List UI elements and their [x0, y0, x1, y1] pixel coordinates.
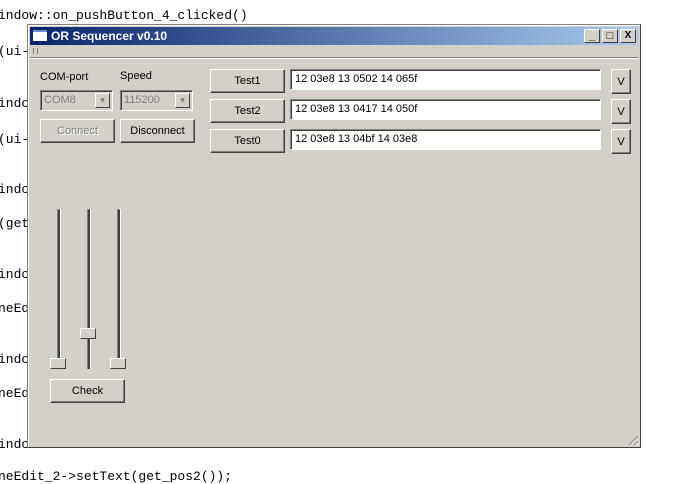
background-code-line: indc [0, 267, 30, 282]
check-button[interactable]: Check [50, 379, 125, 403]
background-code-line: neEdit_2->setText(get_pos2()); [0, 469, 233, 484]
disconnect-button[interactable]: Disconnect [120, 119, 195, 143]
slider-groove [57, 209, 60, 369]
window-icon [33, 30, 47, 41]
test0-v-button[interactable]: V [611, 129, 631, 154]
slider-1[interactable] [50, 209, 66, 369]
chevron-down-icon: ▼ [95, 93, 110, 108]
chevron-down-icon: ▼ [175, 93, 190, 108]
test1-v-button[interactable]: V [611, 69, 631, 94]
toolbar-handle-icon[interactable] [33, 48, 38, 54]
com-port-label: COM-port [40, 71, 89, 83]
speed-value: 115200 [124, 94, 160, 106]
title-bar[interactable]: OR Sequencer v0.10 _ □ X [30, 27, 638, 45]
test1-button[interactable]: Test1 [210, 69, 285, 93]
background-code-line: (get [0, 216, 30, 231]
slider-3[interactable] [110, 209, 126, 369]
com-port-select[interactable]: COM8 ▼ [40, 90, 113, 111]
background-code-line: (ui- [0, 44, 30, 59]
test1-input[interactable]: 12 03e8 13 0502 14 065f [290, 69, 601, 90]
background-code-line: indow::on_pushButton_4_clicked() [0, 8, 248, 23]
background-code-line: (ui- [0, 132, 30, 147]
slider-groove [87, 209, 90, 369]
resize-grip-icon[interactable] [626, 433, 638, 445]
slider-handle[interactable] [80, 328, 96, 340]
background-code-line: neEd [0, 386, 30, 401]
test0-button[interactable]: Test0 [210, 129, 285, 153]
background-code-line: indc [0, 352, 30, 367]
slider-groove [117, 209, 120, 369]
window-title: OR Sequencer v0.10 [51, 29, 168, 43]
connect-button[interactable]: Connect [40, 119, 115, 143]
slider-2[interactable] [80, 209, 96, 369]
test2-input[interactable]: 12 03e8 13 0417 14 050f [290, 99, 601, 120]
background-code-line: indc [0, 96, 30, 111]
background-code-line: indc [0, 437, 30, 452]
slider-handle[interactable] [110, 358, 126, 369]
slider-handle[interactable] [50, 358, 66, 369]
test2-v-button[interactable]: V [611, 99, 631, 124]
toolbar [30, 46, 638, 58]
speed-select[interactable]: 115200 ▼ [120, 90, 193, 111]
test0-input[interactable]: 12 03e8 13 04bf 14 03e8 [290, 129, 601, 150]
background-code-line: neEd [0, 301, 30, 316]
app-window: OR Sequencer v0.10 _ □ X COM-port Speed … [27, 24, 641, 448]
close-button[interactable]: X [620, 29, 636, 43]
maximize-button[interactable]: □ [602, 29, 618, 43]
com-port-value: COM8 [44, 94, 76, 106]
minimize-button[interactable]: _ [584, 29, 600, 43]
test2-button[interactable]: Test2 [210, 99, 285, 123]
speed-label: Speed [120, 70, 152, 82]
background-code-line: indc [0, 182, 30, 197]
